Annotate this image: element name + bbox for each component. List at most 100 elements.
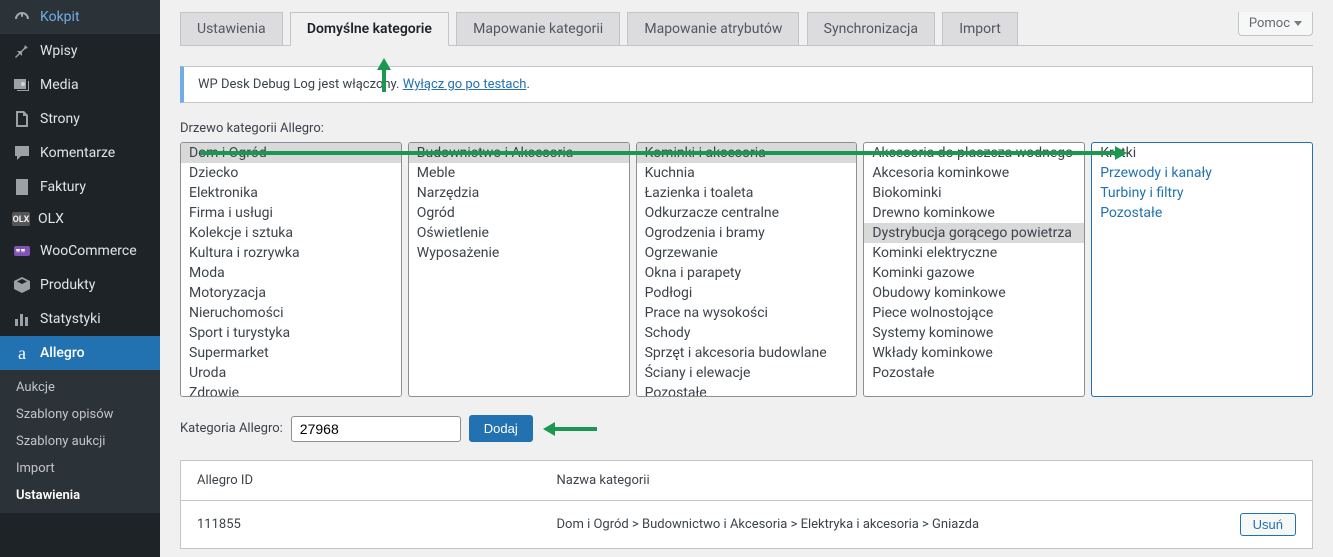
annotation-arrow-right-icon bbox=[200, 151, 1115, 155]
tree-option[interactable]: Kominki gazowe bbox=[864, 263, 1084, 283]
tree-option[interactable]: Pozostałe bbox=[864, 363, 1084, 383]
tree-option[interactable]: Dziecko bbox=[181, 163, 401, 183]
sidebar-item-dashboard[interactable]: Kokpit bbox=[0, 0, 160, 34]
tree-option[interactable]: Elektronika bbox=[181, 183, 401, 203]
tree-option[interactable]: Ogrzewanie bbox=[637, 243, 857, 263]
category-table-body: 111855Dom i Ogród > Budownictwo i Akceso… bbox=[181, 501, 1313, 549]
sidebar-sub-auction-templates[interactable]: Szablony aukcji bbox=[0, 428, 160, 455]
sidebar-sub-import[interactable]: Import bbox=[0, 455, 160, 482]
tab-sync[interactable]: Synchronizacja bbox=[807, 12, 935, 45]
sidebar-item-label: Statystyki bbox=[40, 311, 101, 327]
sidebar-item-label: Produkty bbox=[40, 277, 95, 293]
tree-option[interactable]: Odkurzacze centralne bbox=[637, 203, 857, 223]
tree-option[interactable]: Systemy kominowe bbox=[864, 323, 1084, 343]
invoice-icon bbox=[12, 177, 32, 197]
tree-option[interactable]: Wkłady kominkowe bbox=[864, 343, 1084, 363]
sidebar-item-woocommerce[interactable]: WooCommerce bbox=[0, 234, 160, 268]
tree-col-4[interactable]: Akcesoria do płaszcza wodnegoAkcesoria k… bbox=[863, 142, 1085, 397]
category-tree: Dom i OgródDzieckoElektronikaFirma i usł… bbox=[180, 142, 1313, 397]
tree-option[interactable]: Ściany i elewacje bbox=[637, 363, 857, 383]
category-input-row: Kategoria Allegro: Dodaj bbox=[180, 415, 1313, 442]
box-icon bbox=[12, 275, 32, 295]
cell-category-name: Dom i Ogród > Budownictwo i Akcesoria > … bbox=[541, 501, 1224, 549]
tree-option[interactable]: Akcesoria kominkowe bbox=[864, 163, 1084, 183]
tree-option[interactable]: Wyposażenie bbox=[409, 243, 629, 263]
tree-option[interactable]: Meble bbox=[409, 163, 629, 183]
sidebar-item-label: OLX bbox=[38, 211, 64, 227]
add-category-button[interactable]: Dodaj bbox=[469, 415, 533, 442]
tree-option[interactable]: Schody bbox=[637, 323, 857, 343]
sidebar-item-media[interactable]: Media bbox=[0, 68, 160, 102]
table-header-id: Allegro ID bbox=[181, 461, 541, 501]
tree-option[interactable]: Łazienka i toaleta bbox=[637, 183, 857, 203]
tree-option[interactable]: Obudowy kominkowe bbox=[864, 283, 1084, 303]
category-table: Allegro ID Nazwa kategorii 111855Dom i O… bbox=[180, 460, 1313, 549]
cell-allegro-id: 111855 bbox=[181, 501, 541, 549]
tree-option[interactable]: Moda bbox=[181, 263, 401, 283]
debug-notice: WP Desk Debug Log jest włączony. Wyłącz … bbox=[180, 66, 1313, 103]
tree-option[interactable]: Zdrowie bbox=[181, 383, 401, 397]
table-header-actions bbox=[1224, 461, 1313, 501]
sidebar-sub-desc-templates[interactable]: Szablony opisów bbox=[0, 401, 160, 428]
category-id-input[interactable] bbox=[291, 416, 461, 442]
sidebar-item-comments[interactable]: Komentarze bbox=[0, 136, 160, 170]
sidebar-sub-auctions[interactable]: Aukcje bbox=[0, 374, 160, 401]
tree-col-5[interactable]: KratkiPrzewody i kanałyTurbiny i filtryP… bbox=[1091, 142, 1313, 397]
tree-option[interactable]: Kolekcje i sztuka bbox=[181, 223, 401, 243]
tree-option[interactable]: Podłogi bbox=[637, 283, 857, 303]
sidebar-item-posts[interactable]: Wpisy bbox=[0, 34, 160, 68]
tree-col-1[interactable]: Dom i OgródDzieckoElektronikaFirma i usł… bbox=[180, 142, 402, 397]
tree-option[interactable]: Dystrybucja gorącego powietrza bbox=[864, 223, 1084, 243]
sidebar-item-label: WooCommerce bbox=[40, 243, 137, 259]
sidebar-item-allegro[interactable]: a Allegro bbox=[0, 336, 160, 370]
cell-actions: Usuń bbox=[1224, 501, 1313, 549]
tree-option[interactable]: Kultura i rozrywka bbox=[181, 243, 401, 263]
tree-option[interactable]: Sprzęt i akcesoria budowlane bbox=[637, 343, 857, 363]
tree-option[interactable]: Biokominki bbox=[864, 183, 1084, 203]
woocommerce-icon bbox=[12, 241, 32, 261]
tree-option[interactable]: Oświetlenie bbox=[409, 223, 629, 243]
sidebar-item-pages[interactable]: Strony bbox=[0, 102, 160, 136]
sidebar-item-stats[interactable]: Statystyki bbox=[0, 302, 160, 336]
tree-option[interactable]: Kuchnia bbox=[637, 163, 857, 183]
sidebar-item-products[interactable]: Produkty bbox=[0, 268, 160, 302]
table-row: 111855Dom i Ogród > Budownictwo i Akceso… bbox=[181, 501, 1313, 549]
tree-option[interactable]: Ogrodzenia i bramy bbox=[637, 223, 857, 243]
tree-option[interactable]: Sport i turystyka bbox=[181, 323, 401, 343]
help-toggle[interactable]: Pomoc bbox=[1238, 12, 1313, 36]
tree-col-2[interactable]: Budownictwo i AkcesoriaMebleNarzędziaOgr… bbox=[408, 142, 630, 397]
tree-option[interactable]: Turbiny i filtry bbox=[1092, 183, 1312, 203]
tree-option[interactable]: Supermarket bbox=[181, 343, 401, 363]
tree-option[interactable]: Pozostałe bbox=[1092, 203, 1312, 223]
tree-option[interactable]: Ogród bbox=[409, 203, 629, 223]
tab-category-mapping[interactable]: Mapowanie kategorii bbox=[456, 12, 620, 45]
media-icon bbox=[12, 75, 32, 95]
sidebar-item-invoices[interactable]: Faktury bbox=[0, 170, 160, 204]
notice-link[interactable]: Wyłącz go po testach bbox=[403, 77, 527, 92]
tab-attribute-mapping[interactable]: Mapowanie atrybutów bbox=[627, 12, 799, 45]
tab-settings[interactable]: Ustawienia bbox=[180, 12, 283, 45]
tree-option[interactable]: Motoryzacja bbox=[181, 283, 401, 303]
tree-col-3[interactable]: Kominki i akcesoriaKuchniaŁazienka i toa… bbox=[636, 142, 858, 397]
delete-category-button[interactable]: Usuń bbox=[1240, 513, 1296, 536]
annotation-arrow-left-icon bbox=[555, 427, 597, 431]
tree-option[interactable]: Firma i usługi bbox=[181, 203, 401, 223]
tree-option[interactable]: Narzędzia bbox=[409, 183, 629, 203]
tab-default-categories[interactable]: Domyślne kategorie bbox=[290, 12, 449, 46]
sidebar-sub-settings[interactable]: Ustawienia bbox=[0, 482, 160, 509]
help-label: Pomoc bbox=[1249, 16, 1290, 31]
tree-option[interactable]: Nieruchomości bbox=[181, 303, 401, 323]
tree-option[interactable]: Okna i parapety bbox=[637, 263, 857, 283]
tree-option[interactable]: Pozostałe bbox=[637, 383, 857, 397]
tab-import[interactable]: Import bbox=[942, 12, 1018, 45]
sidebar-submenu: Aukcje Szablony opisów Szablony aukcji I… bbox=[0, 370, 160, 513]
sidebar-item-label: Strony bbox=[40, 111, 80, 127]
tree-option[interactable]: Przewody i kanały bbox=[1092, 163, 1312, 183]
tree-option[interactable]: Piece wolnostojące bbox=[864, 303, 1084, 323]
tree-label: Drzewo kategorii Allegro: bbox=[180, 121, 1313, 136]
tree-option[interactable]: Kominki elektryczne bbox=[864, 243, 1084, 263]
tree-option[interactable]: Prace na wysokości bbox=[637, 303, 857, 323]
tree-option[interactable]: Uroda bbox=[181, 363, 401, 383]
sidebar-item-olx[interactable]: OLX OLX bbox=[0, 204, 160, 234]
tree-option[interactable]: Drewno kominkowe bbox=[864, 203, 1084, 223]
